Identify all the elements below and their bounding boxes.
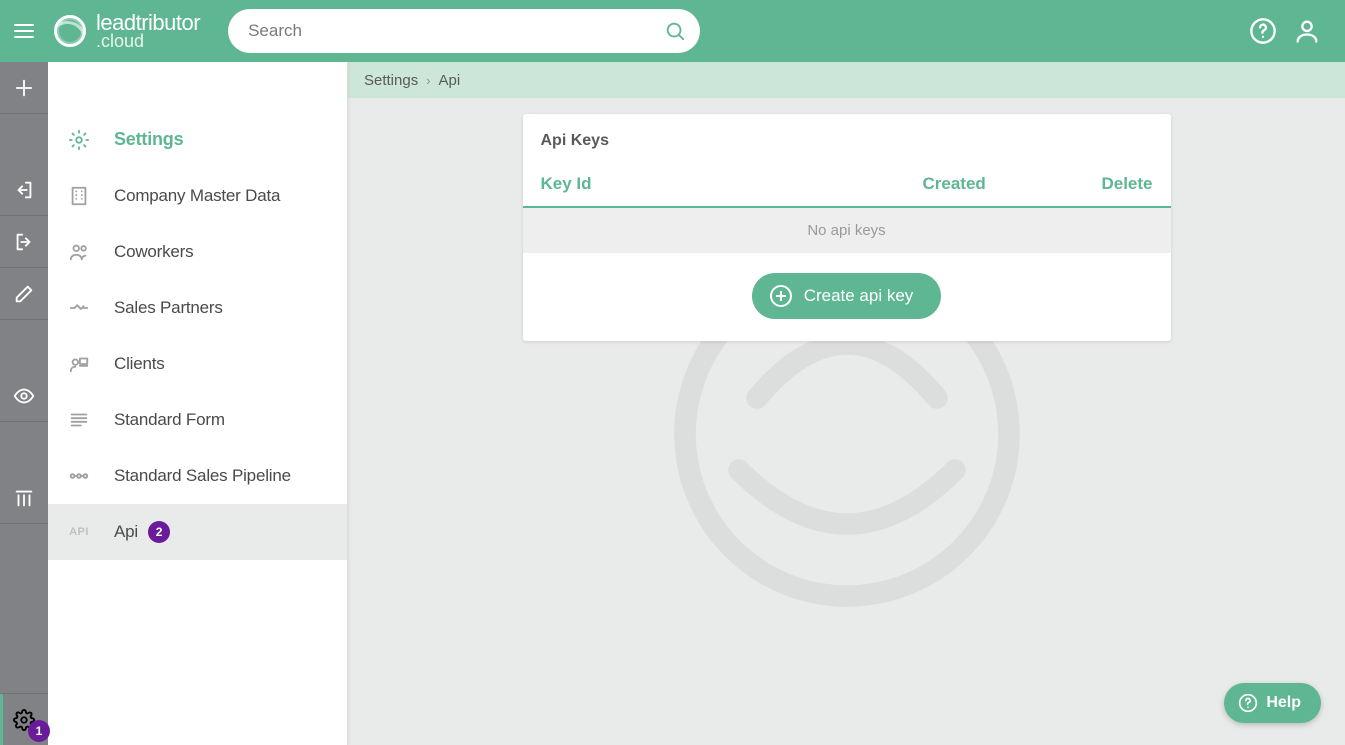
rail: 1 <box>0 62 48 745</box>
edit-icon <box>13 283 35 305</box>
topbar: leadtributor .cloud <box>0 0 1345 62</box>
sidebar-item-label: Standard Sales Pipeline <box>114 466 347 486</box>
col-key-id: Key Id <box>541 174 923 194</box>
sidebar-item-clients[interactable]: Clients <box>48 336 347 392</box>
rail-blank3 <box>0 422 48 472</box>
create-api-key-label: Create api key <box>804 286 914 306</box>
breadcrumb-root[interactable]: Settings <box>364 72 418 89</box>
sidebar-item-label: Company Master Data <box>114 186 347 206</box>
pipeline-icon <box>68 465 90 487</box>
api-keys-card: Api Keys Key Id Created Delete No api ke… <box>523 114 1171 341</box>
card-title: Api Keys <box>523 114 1171 164</box>
gear-icon <box>68 129 90 151</box>
create-api-key-button[interactable]: Create api key <box>752 273 942 319</box>
sidebar: Settings Company Master Data Coworkers S… <box>48 62 348 745</box>
rail-archive[interactable] <box>0 472 48 524</box>
help-float-label: Help <box>1266 694 1301 712</box>
rail-blank <box>0 114 48 164</box>
handshake-icon <box>68 297 90 319</box>
archive-icon <box>13 487 35 509</box>
rail-edit[interactable] <box>0 268 48 320</box>
sidebar-item-label: Coworkers <box>114 242 347 262</box>
sidebar-item-badge: 2 <box>148 521 170 543</box>
rail-outbox[interactable] <box>0 216 48 268</box>
sidebar-item-partners[interactable]: Sales Partners <box>48 280 347 336</box>
sidebar-item-coworkers[interactable]: Coworkers <box>48 224 347 280</box>
sidebar-item-label: Standard Form <box>114 410 347 430</box>
sidebar-item-api[interactable]: API Api 2 <box>48 504 347 560</box>
main: Settings › Api Api Keys Key Id Created D… <box>348 62 1345 745</box>
breadcrumb: Settings › Api <box>348 62 1345 98</box>
rail-blank2 <box>0 320 48 370</box>
brand[interactable]: leadtributor .cloud <box>54 11 200 51</box>
topbar-actions <box>1249 17 1345 45</box>
login-icon <box>13 179 35 201</box>
col-created: Created <box>923 174 1073 194</box>
plus-circle-icon <box>770 285 792 307</box>
table-header: Key Id Created Delete <box>523 164 1171 208</box>
sidebar-heading-settings[interactable]: Settings <box>48 112 347 168</box>
client-icon <box>68 353 90 375</box>
col-delete: Delete <box>1073 174 1153 194</box>
search-bar <box>228 9 700 53</box>
rail-add[interactable] <box>0 62 48 114</box>
eye-icon <box>13 385 35 407</box>
user-icon[interactable] <box>1293 17 1321 45</box>
chevron-right-icon: › <box>426 73 430 88</box>
rail-settings[interactable]: 1 <box>0 693 48 745</box>
sidebar-item-label: Clients <box>114 354 347 374</box>
brand-text: leadtributor .cloud <box>96 11 200 51</box>
help-icon <box>1238 693 1258 713</box>
help-float-button[interactable]: Help <box>1224 683 1321 723</box>
help-icon[interactable] <box>1249 17 1277 45</box>
sidebar-item-pipeline[interactable]: Standard Sales Pipeline <box>48 448 347 504</box>
sidebar-item-company[interactable]: Company Master Data <box>48 168 347 224</box>
sidebar-item-form[interactable]: Standard Form <box>48 392 347 448</box>
users-icon <box>68 241 90 263</box>
search-input[interactable] <box>248 21 664 41</box>
table-empty-row: No api keys <box>523 208 1171 253</box>
rail-inbox[interactable] <box>0 164 48 216</box>
logout-icon <box>13 231 35 253</box>
sidebar-item-label: Api 2 <box>114 521 347 543</box>
form-icon <box>68 409 90 431</box>
menu-toggle[interactable] <box>0 0 48 62</box>
content-area: Api Keys Key Id Created Delete No api ke… <box>348 98 1345 745</box>
rail-settings-badge: 1 <box>28 720 50 742</box>
building-icon <box>68 185 90 207</box>
sidebar-item-label: Sales Partners <box>114 298 347 318</box>
logo-icon <box>54 15 86 47</box>
api-icon: API <box>66 526 92 538</box>
sidebar-heading-label: Settings <box>114 129 347 150</box>
menu-icon <box>12 19 36 43</box>
rail-watch[interactable] <box>0 370 48 422</box>
breadcrumb-leaf: Api <box>439 72 461 89</box>
plus-icon <box>13 77 35 99</box>
search-icon[interactable] <box>664 20 686 42</box>
